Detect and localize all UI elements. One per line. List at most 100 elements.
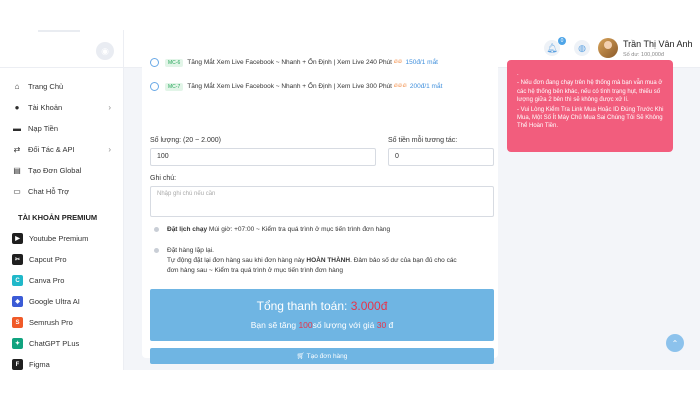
repeat-title: Đặt hàng lặp lại. [167,247,214,254]
sidebar-item-label: Đối Tác & API [28,145,75,154]
schedule-option-text: Đặt lịch chạy Múi giờ: +07:00 ~ Kiểm tra… [167,225,390,235]
summary-price: 30 [376,320,387,330]
globe-icon[interactable]: ◍ [574,40,590,56]
repeat-desc-3: đơn hàng sau ~ Kiểm tra quá trình ở mục … [167,267,343,274]
sidebar-item-youtube-premium[interactable]: ▶ Youtube Premium [0,228,123,249]
sidebar-item-label: Trang Chủ [28,82,64,91]
app-window: ⌂ Trang Chủ ● Tài Khoản › ▬ Nạp Tiền ⇄ Đ… [0,30,700,370]
fire-icon: 🔥︎🔥︎🔥︎ [391,83,407,89]
schedule-desc: Múi giờ: +07:00 ~ Kiểm tra quá trình ở m… [207,226,391,233]
youtube-icon: ▶ [12,233,23,244]
sidebar-item-label: Canva Pro [29,276,65,285]
service-radio[interactable] [150,58,159,67]
premium-section-title: TÀI KHOẢN PREMIUM [18,213,98,222]
toggle-dot[interactable] [154,227,159,232]
total-label: Tổng thanh toán: [256,299,351,313]
service-price: 150đ/1 mắt [405,59,438,66]
page: ⌂ Trang Chủ ● Tài Khoản › ▬ Nạp Tiền ⇄ Đ… [0,0,700,400]
repeat-desc-1: Tự động đặt lại đơn hàng sau khi đơn hàn… [167,257,307,264]
sidebar-item-label: Tài Khoản [28,103,63,112]
service-code: MC-7 [165,82,184,91]
sidebar-item-support-chat[interactable]: ▭ Chat Hỗ Trợ [0,181,123,202]
summary-mid: số lượng với giá [312,320,377,330]
chevron-right-icon: › [108,103,111,112]
create-order-button[interactable]: 🛒︎ Tạo đơn hàng [150,348,494,364]
sidebar-item-label: Chat Hỗ Trợ [28,187,70,196]
quantity-input[interactable]: 100 [150,148,376,166]
quantity-label: Số lượng: (20 ~ 2.000) [150,137,221,144]
sidebar-item-global-order[interactable]: ▤ Tạo Đơn Global [0,160,123,181]
service-option-mc7[interactable]: MC-7 Tăng Mắt Xem Live Facebook ~ Nhanh … [150,82,442,91]
user-icon: ● [14,103,20,112]
sidebar-item-canva-pro[interactable]: C Canva Pro [0,270,123,291]
toggle-dot[interactable] [154,248,159,253]
service-radio[interactable] [150,82,159,91]
service-name: Tăng Mắt Xem Live Facebook ~ Nhanh + Ổn … [187,83,392,90]
note-textarea[interactable]: Nhập ghi chú nếu cần [150,186,494,217]
avatar[interactable] [598,38,618,58]
note-label: Ghi chú: [150,175,177,182]
sidebar-item-label: Youtube Premium [29,234,89,243]
menu-collapse-icon[interactable]: ◉ [96,42,114,60]
sidebar-item-label: ChatGPT PLus [29,339,80,348]
sidebar-item-topup[interactable]: ▬ Nạp Tiền [0,118,123,139]
cart-icon: 🛒︎ [296,353,307,360]
total-payment: Tổng thanh toán: 3.000đ [150,299,494,313]
sidebar-item-label: Tạo Đơn Global [28,166,82,175]
sidebar: ⌂ Trang Chủ ● Tài Khoản › ▬ Nạp Tiền ⇄ Đ… [0,30,124,370]
service-code: MC-6 [165,58,184,67]
service-price: 200đ/1 mắt [409,83,443,90]
sidebar-item-label: Google Ultra AI [29,297,80,306]
chevron-right-icon: › [108,145,111,154]
sidebar-item-chatgpt-plus[interactable]: ✦ ChatGPT PLus [0,333,123,354]
payment-summary: Tổng thanh toán: 3.000đ Bạn sẽ tăng 100s… [150,289,494,341]
sidebar-item-label: Capcut Pro [29,255,67,264]
summary-qty: 100 [298,320,313,330]
capcut-icon: ✂ [12,254,23,265]
sidebar-item-partner-api[interactable]: ⇄ Đối Tác & API › [0,139,123,160]
increase-summary: Bạn sẽ tăng 100số lượng với giá 30 đ [150,320,494,330]
scroll-top-button[interactable]: ⌃ [666,334,684,352]
home-icon: ⌂ [14,82,20,91]
sidebar-item-label: Figma [29,360,50,369]
warning-note-card: . - Nếu đơn đang chạy trên hệ thống mà b… [507,60,673,152]
order-form-card: MC-6 Tăng Mắt Xem Live Facebook ~ Nhanh … [142,58,498,364]
semrush-icon: S [12,317,23,328]
user-name[interactable]: Trần Thị Vân Anh [623,39,693,49]
bottom-margin [0,370,700,400]
chat-icon: ▭ [13,187,21,196]
chevron-up-icon: ⌃ [671,338,679,348]
notification-badge: 0 [558,37,566,45]
money-per-interaction-label: Số tiền mỗi tương tác: [388,137,458,144]
logo [38,30,80,32]
sidebar-menu: ⌂ Trang Chủ ● Tài Khoản › ▬ Nạp Tiền ⇄ Đ… [0,68,123,370]
sidebar-item-semrush-pro[interactable]: S Semrush Pro [0,312,123,333]
total-amount: 3.000đ [350,299,388,313]
note-line: - Vui Lòng Kiểm Tra Link Mua Hoặc ID Đún… [517,106,664,130]
sidebar-item-google-ultra-ai[interactable]: ◆ Google Ultra AI [0,291,123,312]
create-order-label: Tạo đơn hàng [306,352,348,360]
service-name: Tăng Mắt Xem Live Facebook ~ Nhanh + Ổn … [187,59,392,66]
note-line: . [517,71,519,77]
schedule-toggle[interactable]: Đặt lịch chạy Múi giờ: +07:00 ~ Kiểm tra… [154,225,390,235]
sidebar-item-capcut-pro[interactable]: ✂ Capcut Pro [0,249,123,270]
summary-pre: Bạn sẽ tăng [250,320,299,330]
repeat-option-text: Đặt hàng lặp lại. Tự động đặt lại đơn hà… [167,246,457,276]
money-per-interaction-input[interactable]: 0 [388,148,494,166]
google-ai-icon: ◆ [12,296,23,307]
partner-icon: ⇄ [13,145,21,154]
service-option-mc6[interactable]: MC-6 Tăng Mắt Xem Live Facebook ~ Nhanh … [150,58,438,67]
fire-icon: 🔥︎🔥︎ [391,59,403,65]
repeat-desc-2: . Đảm bảo số dư của bạn đủ cho các [350,257,457,264]
chatgpt-icon: ✦ [12,338,23,349]
order-icon: ▤ [13,166,21,175]
repeat-order-toggle[interactable]: Đặt hàng lặp lại. Tự động đặt lại đơn hà… [154,246,457,276]
sidebar-item-home[interactable]: ⌂ Trang Chủ [0,76,123,97]
schedule-title: Đặt lịch chạy [167,226,208,233]
summary-post: đ [386,320,394,330]
sidebar-item-account[interactable]: ● Tài Khoản › [0,97,123,118]
sidebar-item-figma[interactable]: F Figma [0,354,123,370]
repeat-desc-bold: HOÀN THÀNH [306,257,351,264]
canva-icon: C [12,275,23,286]
figma-icon: F [12,359,23,370]
